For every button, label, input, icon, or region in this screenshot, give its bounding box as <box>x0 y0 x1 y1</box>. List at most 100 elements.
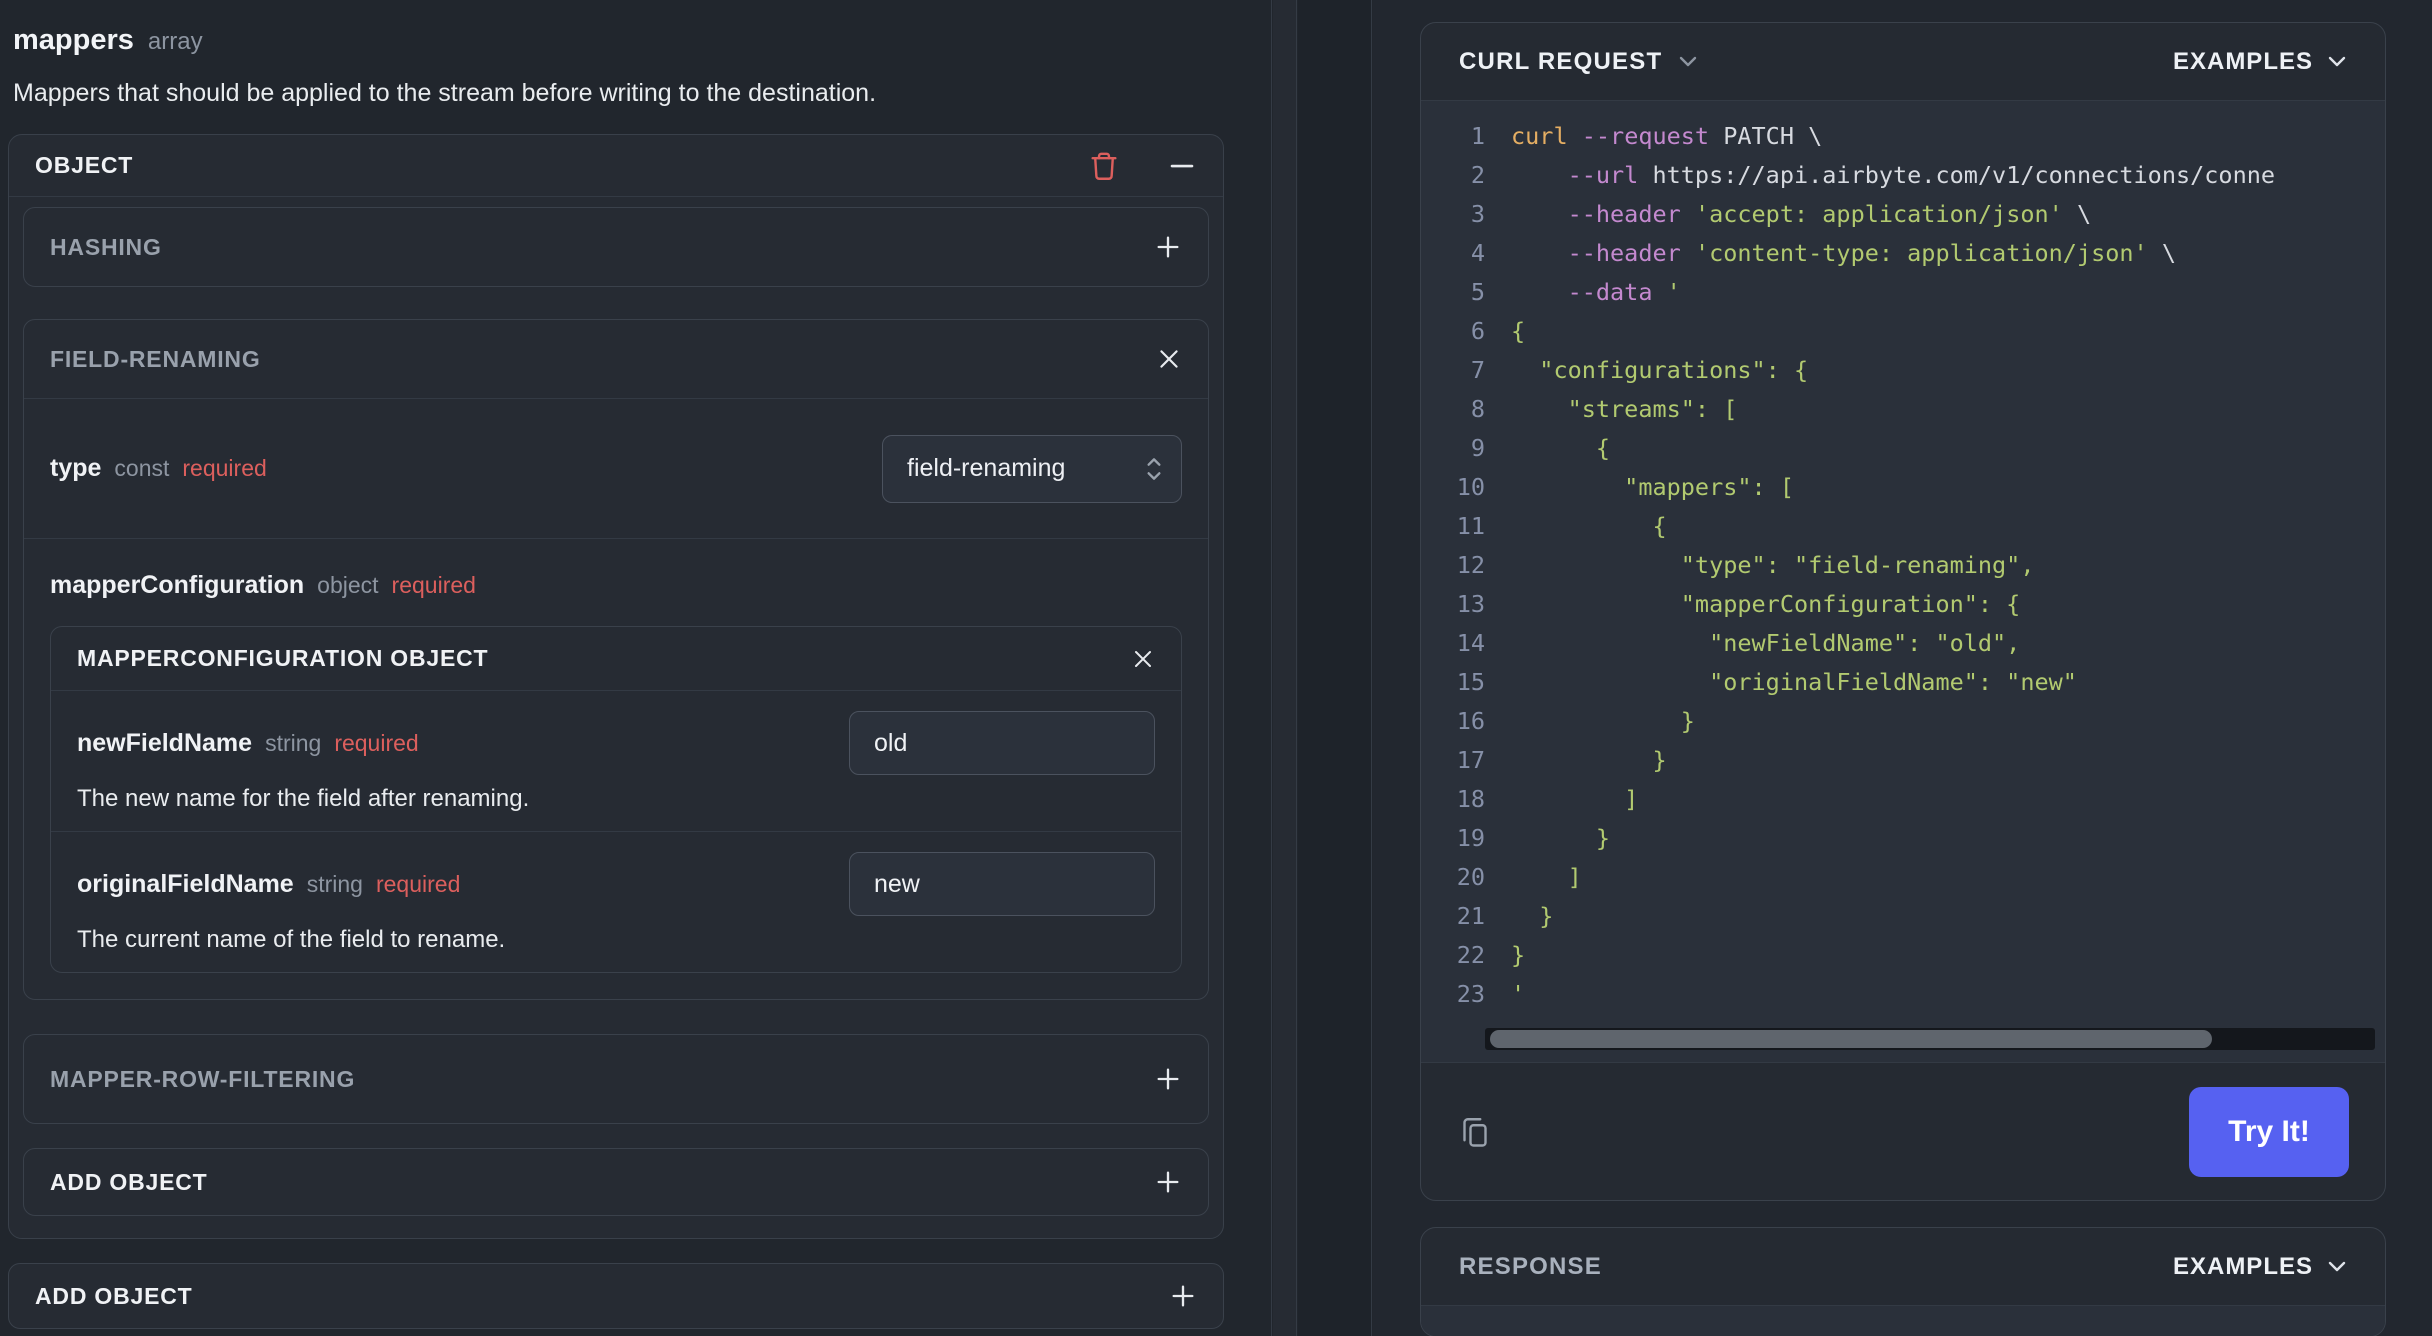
curl-request-dropdown[interactable]: CURL REQUEST <box>1459 48 1698 76</box>
add-object-inner-button[interactable]: ADD OBJECT <box>23 1148 1209 1216</box>
code-line: } <box>1511 707 1695 735</box>
code-line-number: 21 <box>1456 902 1485 930</box>
code-line: } <box>1511 941 1526 969</box>
original-field-name-description: The current name of the field to rename. <box>77 926 506 953</box>
field-header: mappers array Mappers that should be app… <box>0 0 1271 108</box>
hashing-section: HASHING <box>23 207 1209 287</box>
trash-icon <box>1087 149 1121 183</box>
plus-icon <box>1154 1065 1182 1093</box>
response-body <box>1421 1306 2385 1336</box>
code-line: ] <box>1511 863 1582 891</box>
mapper-configuration-kind: object <box>317 572 379 598</box>
field-renaming-section: FIELD-RENAMING type const required field… <box>23 319 1209 1000</box>
field-description: Mappers that should be applied to the st… <box>13 79 877 107</box>
code-line-number: 13 <box>1456 590 1485 618</box>
add-object-outer-button[interactable]: ADD OBJECT <box>8 1263 1224 1329</box>
mapper-configuration-object-title: MAPPERCONFIGURATION OBJECT <box>77 645 489 671</box>
type-select-value: field-renaming <box>907 454 1066 482</box>
copy-button[interactable] <box>1457 1114 1493 1150</box>
code-line: "streams": [ <box>1511 395 1738 423</box>
code-line: --url https://api.airbyte.com/v1/connect… <box>1567 161 2276 189</box>
mapper-configuration-object-header: MAPPERCONFIGURATION OBJECT <box>51 627 1181 691</box>
minus-icon <box>1167 151 1197 181</box>
code-line-number: 19 <box>1456 824 1485 852</box>
select-chevrons-icon <box>1143 454 1165 484</box>
add-object-inner-label: ADD OBJECT <box>50 1168 208 1195</box>
response-header: RESPONSE EXAMPLES <box>1421 1228 2385 1306</box>
code-line-number: 10 <box>1456 473 1485 501</box>
code-line-number: 16 <box>1456 707 1485 735</box>
plus-icon <box>1154 233 1182 261</box>
horizontal-scrollbar[interactable] <box>1485 1028 2375 1050</box>
mapper-row-filtering-section: MAPPER-ROW-FILTERING <box>23 1034 1209 1124</box>
new-field-name-block: newFieldName string required The new nam… <box>51 691 1181 832</box>
response-title: RESPONSE <box>1459 1252 1602 1280</box>
code-line: "mappers": [ <box>1511 473 1794 501</box>
response-card: RESPONSE EXAMPLES <box>1420 1227 2386 1336</box>
code-line-number: 14 <box>1456 629 1485 657</box>
curl-examples-dropdown[interactable]: EXAMPLES <box>2173 48 2347 76</box>
code-line: ] <box>1511 785 1639 813</box>
code-line: { <box>1511 317 1526 345</box>
code-line: ' <box>1511 980 1526 1008</box>
code-line: "type": "field-renaming", <box>1511 551 2035 579</box>
type-field-label: type <box>50 454 102 482</box>
schema-panel: mappers array Mappers that should be app… <box>0 0 1272 1336</box>
code-line: --data ' <box>1567 278 1681 306</box>
code-line-number: 3 <box>1470 200 1485 228</box>
response-examples-dropdown[interactable]: EXAMPLES <box>2173 1253 2347 1281</box>
code-line: "newFieldName": "old", <box>1511 629 2021 657</box>
code-line: curl --request PATCH \ <box>1511 122 1823 150</box>
new-field-name-description: The new name for the field after renamin… <box>77 785 530 812</box>
curl-request-header: CURL REQUEST EXAMPLES <box>1421 23 2385 101</box>
code-line-number: 7 <box>1470 356 1485 384</box>
horizontal-scrollbar-thumb[interactable] <box>1490 1030 2212 1048</box>
hashing-title: HASHING <box>50 233 162 260</box>
curl-code-block: 1 2 3 4 5 6 7 8 9 10 11 12 13 14 15 16 17 18 19 20 21 22 23 cu… <box>1421 101 2385 1062</box>
code-line-number: 6 <box>1470 317 1485 345</box>
code-line: { <box>1511 434 1611 462</box>
code-line: "configurations": { <box>1511 356 1809 384</box>
try-it-button[interactable]: Try It! <box>2189 1086 2349 1177</box>
request-panel: CURL REQUEST EXAMPLES 1 2 3 4 5 6 7 8 9 10 11 12 13 <box>1373 0 2432 1336</box>
new-field-name-input[interactable] <box>849 711 1155 775</box>
code-line: --header 'accept: application/json' \ <box>1567 200 2092 228</box>
code-line-number: 11 <box>1456 512 1485 540</box>
original-field-name-kind: string <box>306 870 363 897</box>
code-line: } <box>1511 746 1667 774</box>
object-card: OBJECT HASHING FIELD-RENAMING type const… <box>8 134 1224 1239</box>
new-field-name-required: required <box>334 729 419 756</box>
mapper-configuration-label: mapperConfiguration <box>50 571 305 599</box>
code-line-number: 20 <box>1456 863 1485 891</box>
mapper-configuration-section: mapperConfiguration object required MAPP… <box>24 539 1208 999</box>
code-line-number: 9 <box>1470 434 1485 462</box>
code-line-number: 8 <box>1470 395 1485 423</box>
delete-object-button[interactable] <box>1087 149 1121 183</box>
response-examples-label: EXAMPLES <box>2172 1252 2313 1280</box>
object-card-header: OBJECT <box>9 135 1223 197</box>
panel-gap <box>1298 0 1372 1336</box>
field-name: mappers <box>13 24 134 56</box>
curl-request-card: CURL REQUEST EXAMPLES 1 2 3 4 5 6 7 8 9 10 11 12 13 <box>1420 22 2386 1201</box>
close-icon[interactable] <box>1156 346 1182 372</box>
curl-examples-label: EXAMPLES <box>2172 47 2313 75</box>
hashing-section-header[interactable]: HASHING <box>24 208 1208 286</box>
object-card-title: OBJECT <box>35 152 134 178</box>
curl-request-title: CURL REQUEST <box>1459 47 1663 75</box>
original-field-name-required: required <box>375 870 461 897</box>
code-line: } <box>1511 902 1554 930</box>
code-line-number: 18 <box>1456 785 1485 813</box>
code-line-number: 23 <box>1456 980 1485 1008</box>
field-renaming-section-header[interactable]: FIELD-RENAMING <box>24 320 1208 399</box>
original-field-name-input[interactable] <box>849 852 1155 916</box>
new-field-name-label: newFieldName <box>77 728 253 757</box>
close-icon[interactable] <box>1131 647 1155 671</box>
original-field-name-label: originalFieldName <box>77 869 294 898</box>
code-line: { <box>1511 512 1667 540</box>
mapper-row-filtering-header[interactable]: MAPPER-ROW-FILTERING <box>24 1035 1208 1123</box>
type-select[interactable]: field-renaming <box>882 434 1182 503</box>
code-line: "originalFieldName": "new" <box>1511 668 2077 696</box>
code-line: "mapperConfiguration": { <box>1511 590 2021 618</box>
collapse-object-button[interactable] <box>1167 151 1197 181</box>
curl-code-lines: curl --request PATCH \ --url https://api… <box>1511 117 2385 1014</box>
